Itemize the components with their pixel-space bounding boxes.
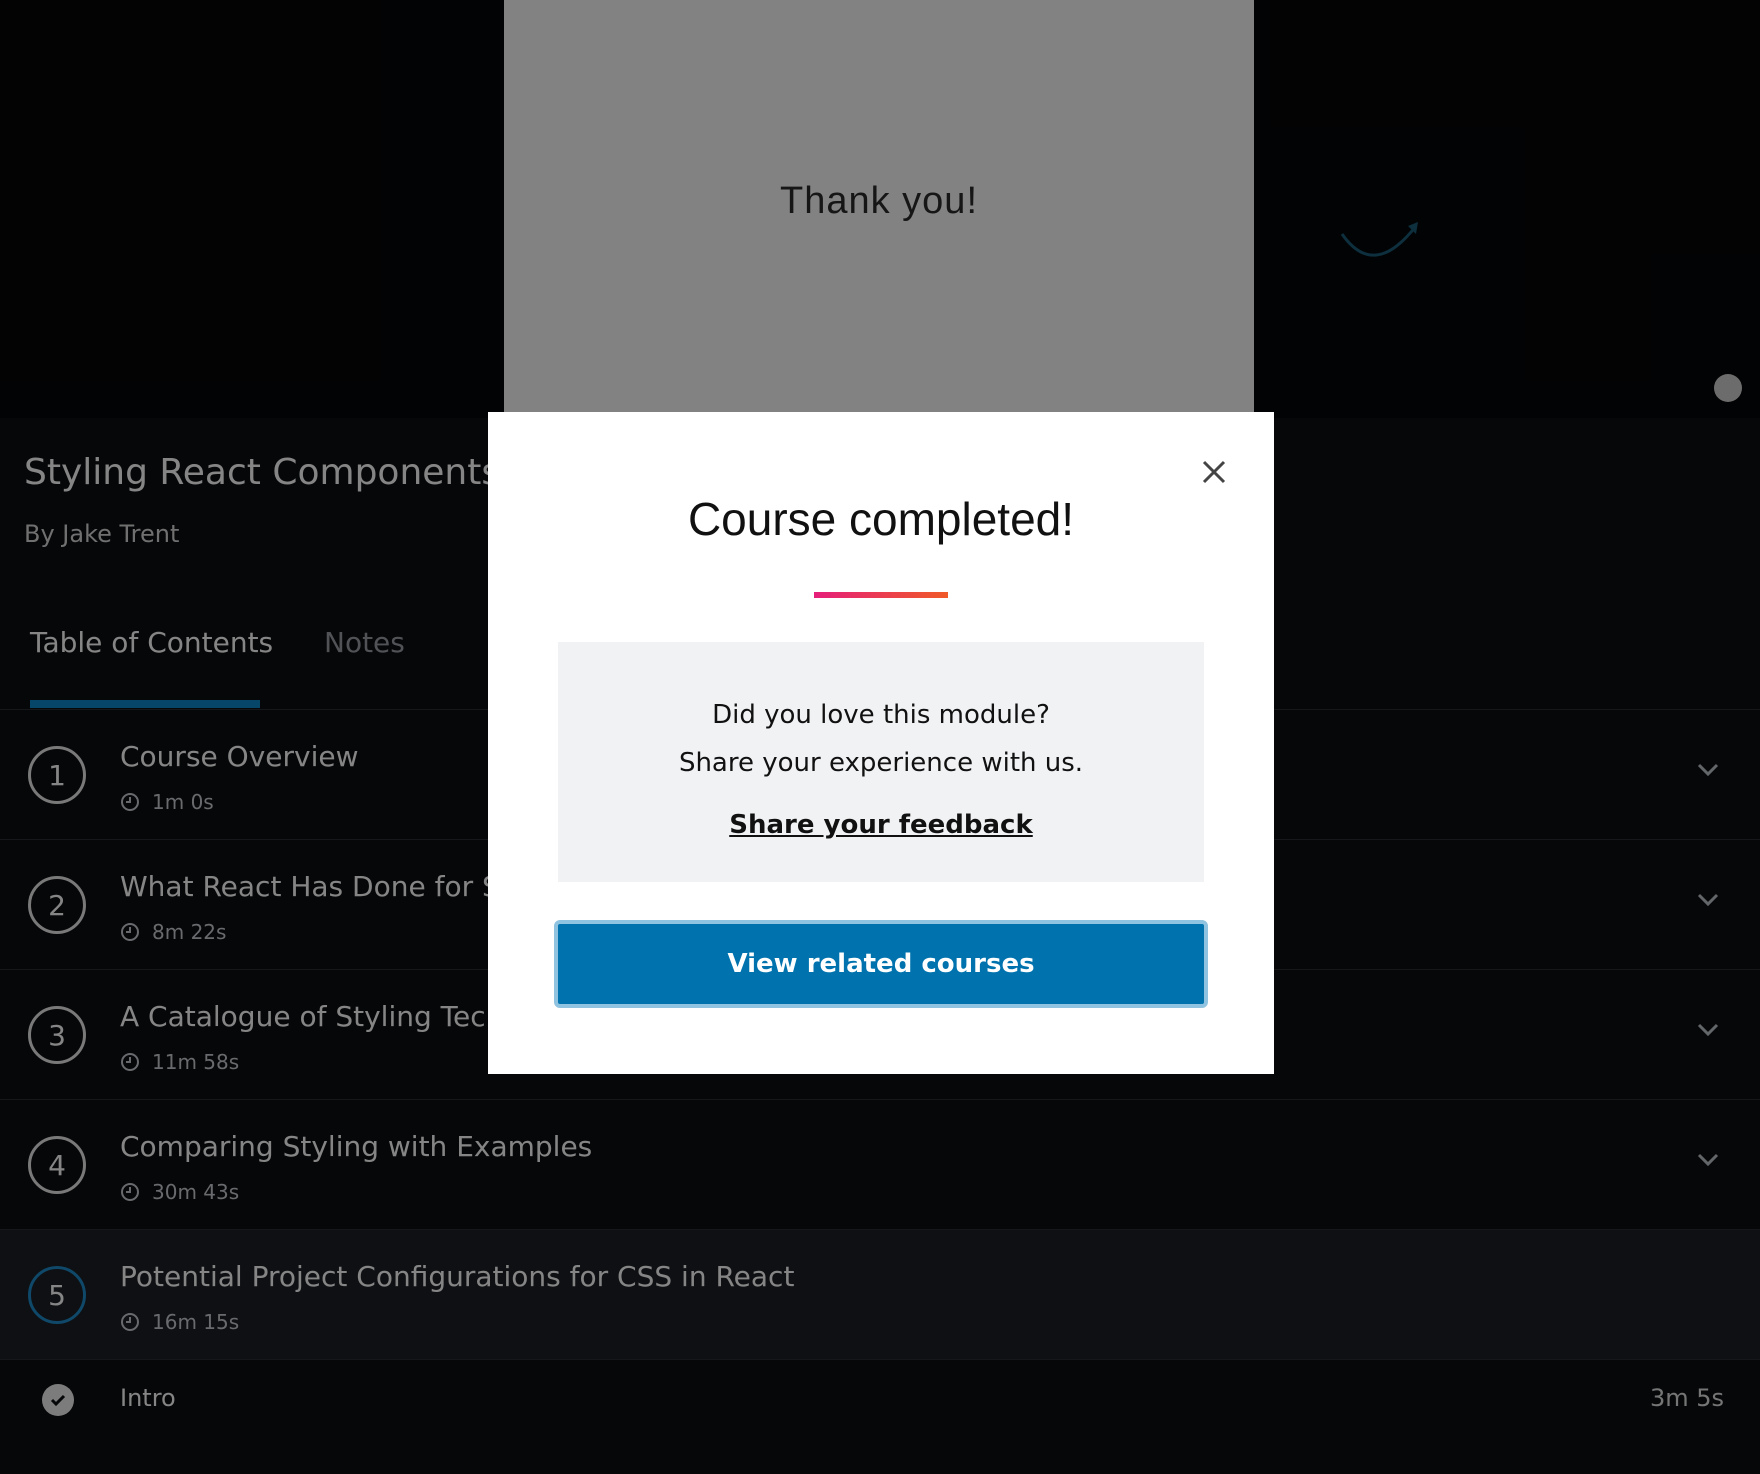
course-completed-modal: Course completed! Did you love this modu…	[488, 412, 1274, 1074]
feedback-panel: Did you love this module? Share your exp…	[558, 642, 1204, 882]
accent-divider	[814, 592, 948, 598]
modal-title: Course completed!	[687, 493, 1075, 545]
feedback-question: Did you love this module?	[712, 700, 1050, 730]
feedback-share-text: Share your experience with us.	[678, 748, 1084, 778]
close-button[interactable]	[1194, 452, 1234, 492]
share-feedback-link[interactable]: Share your feedback	[558, 810, 1204, 840]
view-related-courses-button[interactable]: View related courses	[554, 920, 1208, 1008]
close-icon	[1202, 460, 1226, 484]
